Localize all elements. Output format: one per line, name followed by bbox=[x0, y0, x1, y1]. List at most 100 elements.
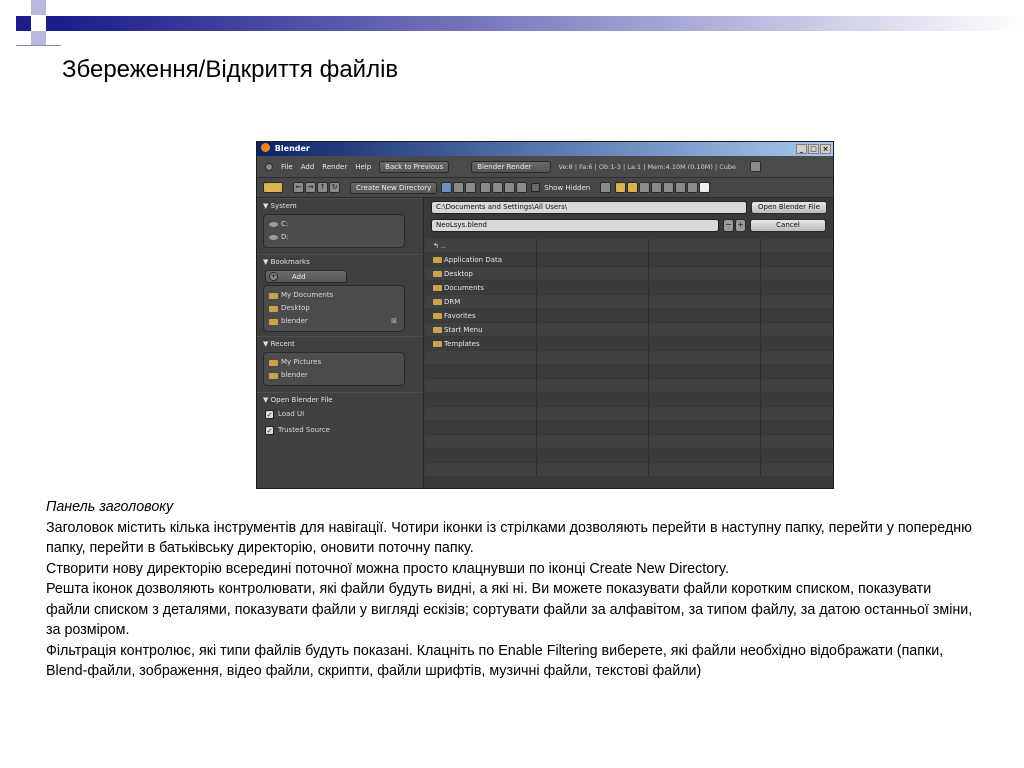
open-blender-file-button[interactable]: Open Blender File bbox=[751, 201, 827, 214]
empty-row bbox=[425, 393, 833, 407]
notes-paragraph: Заголовок містить кілька інструментів дл… bbox=[46, 519, 972, 557]
folder-icon bbox=[269, 305, 278, 312]
image-filter-icon[interactable] bbox=[639, 182, 651, 193]
refresh-icon[interactable]: ↻ bbox=[329, 182, 340, 193]
system-list: C: D: bbox=[263, 214, 405, 248]
recent-list: My Pictures blender bbox=[263, 352, 405, 386]
folder-icon bbox=[269, 359, 278, 366]
file-type-filter-icons bbox=[615, 182, 711, 193]
empty-row bbox=[425, 365, 833, 379]
list-item[interactable]: ↰.. bbox=[425, 239, 833, 253]
create-new-directory-button[interactable]: Create New Directory bbox=[350, 181, 438, 194]
plus-icon: + bbox=[269, 272, 278, 281]
maximize-button[interactable]: □ bbox=[808, 144, 819, 154]
system-item-d[interactable]: D: bbox=[269, 231, 399, 244]
decor-line bbox=[16, 45, 61, 46]
list-item[interactable]: Favorites bbox=[425, 309, 833, 323]
decor-square bbox=[31, 0, 46, 15]
notes-paragraph: Створити нову директорію всередині поточ… bbox=[46, 560, 729, 577]
minimize-button[interactable]: _ bbox=[796, 144, 807, 154]
increment-icon[interactable]: + bbox=[735, 219, 746, 232]
blend-filter-icon[interactable] bbox=[627, 182, 639, 193]
scene-stats: Ve:8 | Fa:6 | Ob:1-3 | La:1 | Mem:4.10M … bbox=[558, 162, 737, 171]
sort-alpha-icon[interactable] bbox=[480, 182, 492, 193]
directory-field[interactable]: C:\Documents and Settings\All Users\ bbox=[431, 201, 747, 214]
bookmark-item[interactable]: Desktop bbox=[269, 302, 399, 315]
render-engine-select[interactable]: Blender Render bbox=[471, 160, 551, 173]
text-filter-icon[interactable] bbox=[699, 182, 711, 193]
empty-row bbox=[425, 407, 833, 421]
menu-add[interactable]: Add bbox=[301, 163, 315, 171]
script-filter-icon[interactable] bbox=[663, 182, 675, 193]
forward-arrow-icon[interactable]: → bbox=[305, 182, 316, 193]
decor-square bbox=[46, 16, 61, 31]
display-mode-icons bbox=[441, 182, 477, 193]
system-item-c[interactable]: C: bbox=[269, 218, 399, 231]
filename-field[interactable]: NeoLsys.blend bbox=[431, 219, 719, 232]
short-list-icon[interactable] bbox=[441, 182, 453, 193]
bookmarks-header[interactable]: ▼ Bookmarks bbox=[257, 254, 423, 268]
movie-filter-icon[interactable] bbox=[651, 182, 663, 193]
show-hidden-label: Show Hidden bbox=[544, 183, 591, 192]
show-hidden-checkbox[interactable] bbox=[531, 183, 541, 192]
list-item[interactable]: Templates bbox=[425, 337, 833, 351]
trusted-source-option[interactable]: ✓ Trusted Source bbox=[257, 422, 423, 438]
list-item[interactable]: Desktop bbox=[425, 267, 833, 281]
folder-filter-icon[interactable] bbox=[615, 182, 627, 193]
filename-row: NeoLsys.blend − + Cancel bbox=[431, 219, 826, 232]
recent-item[interactable]: blender bbox=[269, 369, 399, 382]
add-bookmark-button[interactable]: + Add bbox=[265, 270, 347, 283]
open-options-header[interactable]: ▼ Open Blender File bbox=[257, 392, 423, 406]
list-item[interactable]: Application Data bbox=[425, 253, 833, 267]
file-browser-main: C:\Documents and Settings\All Users\ Ope… bbox=[425, 198, 833, 488]
folder-icon bbox=[433, 326, 442, 333]
filter-icon[interactable] bbox=[600, 182, 612, 193]
empty-row bbox=[425, 421, 833, 435]
folder-icon bbox=[433, 340, 442, 347]
cancel-button[interactable]: Cancel bbox=[750, 219, 826, 232]
sort-type-icon[interactable] bbox=[492, 182, 504, 193]
decrement-icon[interactable]: − bbox=[723, 219, 734, 232]
menu-render[interactable]: Render bbox=[322, 163, 347, 171]
font-filter-icon[interactable] bbox=[675, 182, 687, 193]
empty-row bbox=[425, 379, 833, 393]
close-button[interactable]: × bbox=[820, 144, 831, 154]
detailed-list-icon[interactable] bbox=[453, 182, 465, 193]
list-item[interactable]: Documents bbox=[425, 281, 833, 295]
menu-file[interactable]: File bbox=[281, 163, 293, 171]
empty-row bbox=[425, 435, 833, 449]
list-item[interactable]: DRM bbox=[425, 295, 833, 309]
info-icon[interactable] bbox=[265, 162, 273, 171]
sound-filter-icon[interactable] bbox=[687, 182, 699, 193]
recent-item[interactable]: My Pictures bbox=[269, 356, 399, 369]
system-header[interactable]: ▼ System bbox=[257, 198, 423, 212]
back-to-previous-button[interactable]: Back to Previous bbox=[379, 160, 450, 173]
menu-help[interactable]: Help bbox=[355, 163, 371, 171]
thumbnails-icon[interactable] bbox=[465, 182, 477, 193]
load-ui-option[interactable]: ✓ Load UI bbox=[257, 406, 423, 422]
decor-square bbox=[31, 31, 46, 46]
layout-icon[interactable] bbox=[750, 161, 762, 172]
sort-size-icon[interactable] bbox=[516, 182, 528, 193]
parent-dir-icon[interactable]: ↑ bbox=[317, 182, 328, 193]
sort-date-icon[interactable] bbox=[504, 182, 516, 193]
window-controls: _ □ × bbox=[796, 144, 831, 154]
folder-icon bbox=[269, 372, 278, 379]
checkbox-checked-icon[interactable]: ✓ bbox=[265, 425, 274, 435]
recent-header[interactable]: ▼ Recent bbox=[257, 336, 423, 350]
editor-type-icon[interactable] bbox=[263, 182, 283, 193]
back-arrow-icon[interactable]: ← bbox=[293, 182, 304, 193]
bookmark-item[interactable]: My Documents bbox=[269, 289, 399, 302]
decor-gradient-bar bbox=[61, 16, 1024, 31]
folder-icon bbox=[433, 298, 442, 305]
folder-icon bbox=[433, 284, 442, 291]
bookmark-item[interactable]: blender ⊠ bbox=[269, 315, 399, 328]
checkbox-checked-icon[interactable]: ✓ bbox=[265, 409, 274, 419]
blender-logo-icon bbox=[261, 143, 270, 152]
blender-window: Blender _ □ × File Add Render Help Back … bbox=[256, 141, 834, 489]
list-item[interactable]: Start Menu bbox=[425, 323, 833, 337]
drive-icon bbox=[269, 235, 278, 240]
remove-bookmark-icon[interactable]: ⊠ bbox=[391, 315, 397, 328]
drive-icon bbox=[269, 222, 278, 227]
menu-bar: File Add Render Help Back to Previous Bl… bbox=[257, 156, 833, 178]
